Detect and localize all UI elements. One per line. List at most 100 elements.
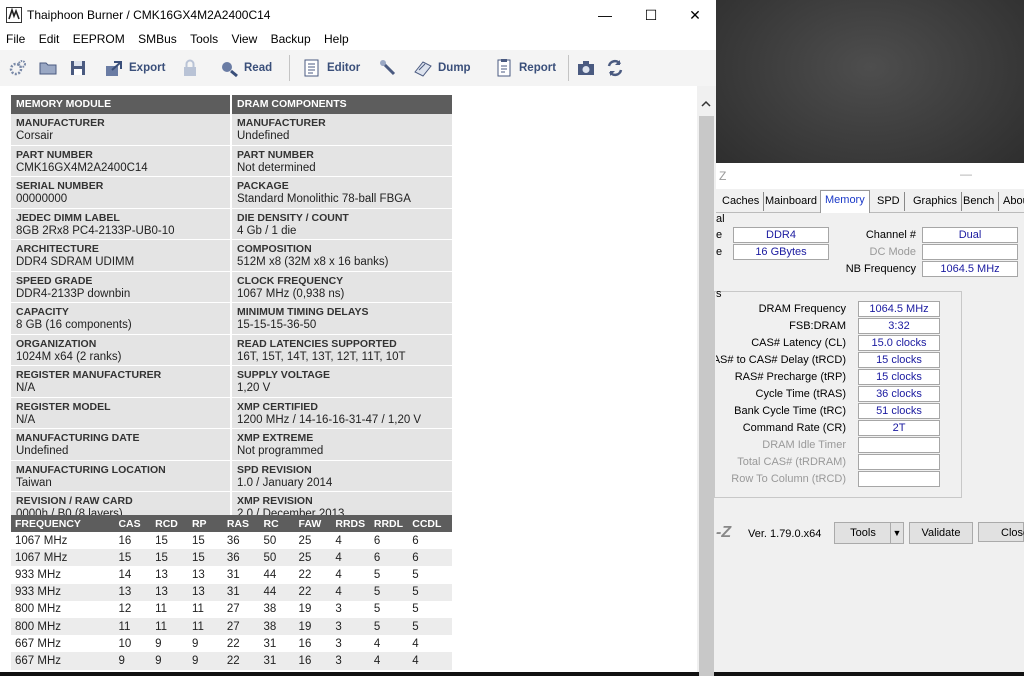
cpuz-validate-button[interactable]: Validate (909, 522, 973, 544)
cpuz-minimize-button[interactable]: — (960, 167, 972, 181)
refresh-icon (607, 59, 623, 77)
timing-cell: 10 (114, 635, 152, 653)
timing-cell: 5 (369, 617, 409, 636)
module-key: REGISTER MANUFACTURER (16, 369, 162, 381)
export-label: Export (129, 62, 166, 74)
component-cell: XMP EXTREME Not programmed (232, 429, 452, 460)
timing-cell: 11 (114, 617, 152, 636)
refresh-button[interactable] (605, 56, 630, 80)
timing-row: 800 MHz 11 11 11 27 38 19 3 5 5 (11, 617, 452, 636)
editor-button[interactable]: Editor (302, 56, 360, 80)
component-key: PART NUMBER (237, 148, 314, 161)
timing-row: 1067 MHz 15 15 15 36 50 25 4 6 6 (11, 549, 452, 567)
export-icon (106, 61, 122, 76)
gears-icon (9, 60, 26, 76)
report-label: Report (519, 62, 557, 74)
timing-cell: 3 (331, 635, 370, 653)
spd-row: JEDEC DIMM LABEL 8GB 2Rx8 PC4-2133P-UB0-1… (11, 208, 452, 240)
read-label: Read (244, 62, 273, 74)
title-bar: Thaiphoon Burner / CMK16GX4M2A2400C14 — … (0, 0, 716, 30)
timing-cell: 12 (114, 600, 152, 618)
scroll-up-icon[interactable] (700, 98, 712, 110)
menu-backup[interactable]: Backup (266, 30, 316, 48)
component-value: 1067 MHz (0,938 ns) (237, 287, 345, 300)
module-cell: CAPACITY 8 GB (16 components) (11, 303, 232, 334)
timing-cell: 11 (187, 617, 223, 636)
close-button[interactable]: ✕ (672, 0, 718, 30)
module-key: REVISION / RAW CARD (16, 495, 133, 507)
timing-cell: 31 (222, 583, 260, 601)
module-key: REGISTER MODEL (16, 400, 111, 413)
save-button[interactable] (68, 56, 93, 80)
timing-cell: 22 (222, 635, 260, 653)
module-cell: ORGANIZATION 1024M x64 (2 ranks) (11, 334, 232, 365)
timing-cell: 50 (259, 532, 295, 550)
timing-value: 15 clocks (858, 369, 940, 385)
scroll-thumb[interactable] (699, 116, 714, 676)
timing-cell: 11 (151, 600, 188, 618)
component-cell: MANUFACTURER Undefined (232, 114, 452, 145)
timing-cell: 5 (369, 583, 409, 601)
menu-help[interactable]: Help (319, 30, 354, 48)
timing-cell: 11 (187, 600, 223, 618)
tab-about[interactable]: Abou (999, 192, 1024, 211)
module-key: CAPACITY (16, 306, 69, 318)
spd-row: ARCHITECTURE DDR4 SDRAM UDIMM COMPOSITION 5… (11, 240, 452, 272)
timing-row: 933 MHz 14 13 13 31 44 22 4 5 5 (11, 566, 452, 584)
timing-label: Command Rate (CR) (742, 422, 846, 434)
menu-eeprom[interactable]: EEPROM (68, 30, 130, 48)
component-cell: DIE DENSITY / COUNT 4 Gb / 1 die (232, 208, 452, 239)
module-value: DDR4-2133P downbin (16, 287, 131, 300)
tools-button[interactable] (378, 56, 403, 80)
tab-spd[interactable]: SPD (873, 192, 905, 211)
export-button[interactable]: Export (104, 56, 165, 80)
menu-tools[interactable]: Tools (185, 30, 223, 48)
timing-cell: 31 (259, 652, 295, 670)
settings-button[interactable] (8, 56, 33, 80)
menu-edit[interactable]: Edit (34, 30, 65, 48)
tab-mainboard[interactable]: Mainboard (761, 192, 822, 211)
component-value: 1200 MHz / 14-16-16-31-47 / 1,20 V (237, 413, 422, 426)
timing-label: CAS# Latency (CL) (751, 337, 846, 349)
cpuz-bottom-bar: -Z Ver. 1.79.0.x64 Tools ▼ Validate Clos… (716, 516, 1024, 546)
lock-button[interactable] (180, 56, 205, 80)
tab-bench[interactable]: Bench (959, 192, 1000, 211)
dc-mode-label: DC Mode (869, 246, 916, 258)
timing-column-header: RCD (151, 515, 188, 532)
timing-cell: 4 (331, 532, 370, 550)
report-button[interactable]: Report (494, 56, 556, 80)
menu-smbus[interactable]: SMBus (133, 30, 182, 48)
timing-cell: 4 (331, 566, 370, 584)
timing-cell: 933 MHz (11, 583, 115, 601)
floppy-icon (71, 61, 85, 75)
maximize-button[interactable]: ☐ (628, 0, 674, 30)
timings-group-label: s (716, 288, 722, 300)
timing-cell: 15 (114, 549, 152, 567)
chevron-down-icon[interactable]: ▼ (890, 522, 904, 544)
cpuz-tools-button[interactable]: Tools (834, 522, 892, 544)
module-key: MANUFACTURING LOCATION (16, 463, 166, 476)
minimize-button[interactable]: — (582, 0, 628, 30)
open-button[interactable] (38, 56, 63, 80)
timing-cell: 9 (151, 652, 188, 670)
tab-caches[interactable]: Caches (718, 192, 765, 211)
folder-icon (39, 62, 57, 75)
spd-row: CAPACITY 8 GB (16 components) MINIMUM TIMI… (11, 303, 452, 335)
tab-memory[interactable]: Memory (820, 190, 870, 213)
timing-cell: 3 (331, 600, 370, 618)
tab-graphics[interactable]: Graphics (909, 192, 963, 211)
cpuz-window: Z — Caches Mainboard Memory SPD Graphics… (714, 163, 1024, 672)
module-value: Taiwan (16, 476, 52, 489)
type-label: e (716, 229, 723, 241)
timing-row: 667 MHz 9 9 9 22 31 16 3 4 4 (11, 652, 452, 670)
timing-value: 1064.5 MHz (858, 301, 940, 317)
timing-label: Row To Column (tRCD) (731, 473, 846, 485)
screenshot-button[interactable] (576, 56, 601, 80)
menu-file[interactable]: File (0, 30, 30, 48)
module-key: MANUFACTURING DATE (16, 432, 140, 444)
dump-button[interactable]: Dump (413, 56, 471, 80)
read-button[interactable]: Read (219, 56, 272, 80)
cpuz-close-button[interactable]: Close (978, 522, 1024, 542)
menu-view[interactable]: View (226, 30, 262, 48)
timing-cell: 667 MHz (11, 635, 115, 653)
